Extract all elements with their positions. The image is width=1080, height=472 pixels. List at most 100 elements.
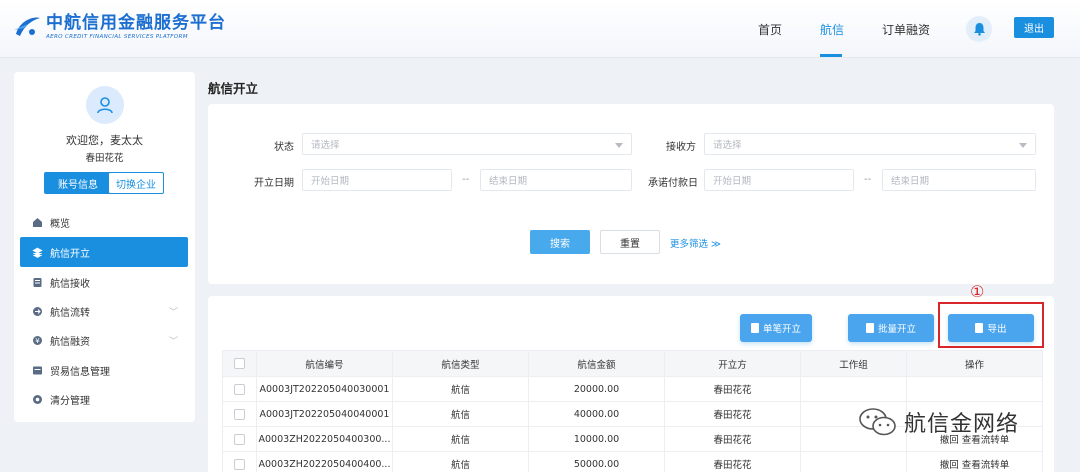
receiver-select[interactable]: 请选择	[704, 133, 1036, 155]
user-icon	[97, 97, 113, 114]
hangxin-issuer: 春田花花	[664, 376, 801, 402]
hangxin-id-link[interactable]: A0003ZH2022050400400...	[256, 451, 393, 472]
hangxin-issuer: 春田花花	[664, 451, 801, 472]
hangxin-issuer: 春田花花	[664, 426, 801, 452]
annotation-marker: ①	[970, 282, 985, 301]
col-header-type: 航信类型	[392, 350, 529, 377]
status-label: 状态	[274, 142, 294, 153]
table-header-row: 航信编号 航信类型 航信金额 开立方 工作组 操作	[222, 350, 1043, 377]
welcome-text: 欢迎您，麦太太	[66, 134, 143, 147]
sidebar-item-hangxin-open[interactable]: 航信开立	[20, 237, 188, 267]
results-panel: 单笔开立 批量开立 导出 ① 航信编号 航信类型 航信金额 开立方 工作组 操作	[208, 282, 1054, 472]
col-header-issuer: 开立方	[664, 350, 801, 377]
hangxin-type: 航信	[392, 376, 529, 402]
switch-company-button[interactable]: 切换企业	[108, 172, 164, 194]
wechat-icon	[859, 408, 896, 436]
open-start-date-input[interactable]: 开始日期	[302, 169, 452, 191]
hangxin-type: 航信	[392, 426, 529, 452]
sidebar-item-clearing[interactable]: 清分管理	[20, 384, 188, 414]
select-all-checkbox[interactable]	[234, 358, 245, 369]
open-end-date-input[interactable]: 结束日期	[480, 169, 632, 191]
avatar[interactable]	[86, 86, 124, 124]
row-checkbox[interactable]	[234, 383, 245, 395]
table-row: A0003JT202205040030001 航信 20000.00 春田花花	[222, 376, 1043, 402]
nav-order-financing[interactable]: 订单融资	[882, 21, 930, 38]
row-checkbox[interactable]	[234, 458, 245, 470]
receive-icon	[32, 277, 43, 288]
filter-panel: 状态 请选择 接收方 请选择 开立日期 开始日期 -- 结束日期 承诺付款日 开…	[208, 104, 1054, 284]
col-header-group: 工作组	[800, 350, 907, 377]
clearing-icon	[32, 394, 43, 405]
plane-logo-icon	[12, 12, 42, 42]
hangxin-amount: 50000.00	[528, 451, 665, 472]
watermark: 航信金网络	[858, 406, 1019, 438]
company-name: 春田花花	[85, 153, 124, 164]
sidebar-item-trade-info[interactable]: 贸易信息管理	[20, 355, 188, 385]
trade-icon	[32, 365, 43, 376]
date-range-separator: --	[864, 174, 872, 185]
hangxin-id-link[interactable]: A0003JT202205040030001	[256, 376, 393, 402]
sidebar-item-overview[interactable]: 概览	[20, 207, 188, 237]
hangxin-group	[800, 376, 907, 402]
brand-logo[interactable]: 中航信用金融服务平台 AERO CREDIT FINANCIAL SERVICE…	[12, 12, 226, 42]
open-date-label: 开立日期	[254, 178, 294, 189]
batch-open-button[interactable]: 批量开立	[848, 314, 934, 342]
bell-icon[interactable]	[966, 16, 992, 42]
pay-date-label: 承诺付款日	[648, 178, 698, 189]
sidebar: 欢迎您，麦太太 春田花花 账号信息 切换企业 概览 航信开立 航信接收 航信流转…	[14, 72, 195, 422]
hangxin-amount: 10000.00	[528, 426, 665, 452]
page-title: 航信开立	[208, 81, 259, 96]
col-header-ops: 操作	[906, 350, 1043, 377]
hangxin-id-link[interactable]: A0003ZH2022050400300...	[256, 426, 393, 452]
copy-icon	[865, 323, 874, 333]
search-button[interactable]: 搜索	[530, 230, 590, 254]
sidebar-item-label: 清分管理	[50, 395, 90, 407]
chevron-down-icon	[615, 143, 623, 148]
top-header: 中航信用金融服务平台 AERO CREDIT FINANCIAL SERVICE…	[0, 0, 1080, 58]
row-checkbox[interactable]	[234, 433, 245, 445]
sidebar-item-label: 贸易信息管理	[50, 366, 110, 378]
date-range-separator: --	[462, 174, 470, 185]
col-header-id: 航信编号	[256, 350, 393, 377]
select-all-cell[interactable]	[222, 350, 257, 377]
status-select[interactable]: 请选择	[302, 133, 632, 155]
single-open-button[interactable]: 单笔开立	[740, 314, 812, 342]
sidebar-item-hangxin-receive[interactable]: 航信接收	[20, 267, 188, 297]
chevron-down-icon	[1019, 143, 1027, 148]
sidebar-item-hangxin-transfer[interactable]: 航信流转 ﹀	[20, 296, 188, 326]
reset-button[interactable]: 重置	[600, 230, 660, 254]
receiver-label: 接收方	[666, 142, 696, 153]
hangxin-type: 航信	[392, 451, 529, 472]
sidebar-item-label: 航信流转	[50, 307, 90, 319]
hangxin-amount: 20000.00	[528, 376, 665, 402]
sidebar-item-label: 航信融资	[50, 336, 90, 348]
nav-home[interactable]: 首页	[758, 21, 782, 38]
account-info-button[interactable]: 账号信息	[44, 172, 112, 194]
hangxin-amount: 40000.00	[528, 401, 665, 427]
logout-button[interactable]: 退出	[1014, 17, 1054, 38]
transfer-icon	[32, 306, 43, 317]
watermark-text: 航信金网络	[904, 412, 1020, 437]
highlight-box	[938, 302, 1044, 348]
hangxin-group	[800, 451, 907, 472]
row-checkbox[interactable]	[234, 408, 245, 420]
row-operations[interactable]: 撤回 查看流转单	[906, 451, 1043, 472]
pay-end-date-input[interactable]: 结束日期	[882, 169, 1036, 191]
hangxin-issuer: 春田花花	[664, 401, 801, 427]
document-icon	[750, 323, 759, 333]
layers-icon	[32, 247, 43, 258]
hangxin-id-link[interactable]: A0003JT202205040040001	[256, 401, 393, 427]
hangxin-type: 航信	[392, 401, 529, 427]
pay-start-date-input[interactable]: 开始日期	[704, 169, 854, 191]
more-filters-link[interactable]: 更多筛选 ≫	[670, 236, 721, 250]
chevron-down-icon[interactable]: ﹀	[169, 305, 178, 318]
nav-hangxin[interactable]: 航信	[820, 21, 844, 38]
sidebar-item-label: 航信接收	[50, 278, 90, 290]
row-operations[interactable]	[906, 376, 1043, 402]
sidebar-item-hangxin-finance[interactable]: ¥ 航信融资 ﹀	[20, 325, 188, 355]
table-row: A0003ZH2022050400400... 航信 50000.00 春田花花…	[222, 451, 1043, 472]
chevron-down-icon[interactable]: ﹀	[169, 334, 178, 347]
finance-icon: ¥	[32, 335, 43, 346]
home-icon	[32, 217, 43, 228]
sidebar-item-label: 概览	[50, 218, 70, 230]
